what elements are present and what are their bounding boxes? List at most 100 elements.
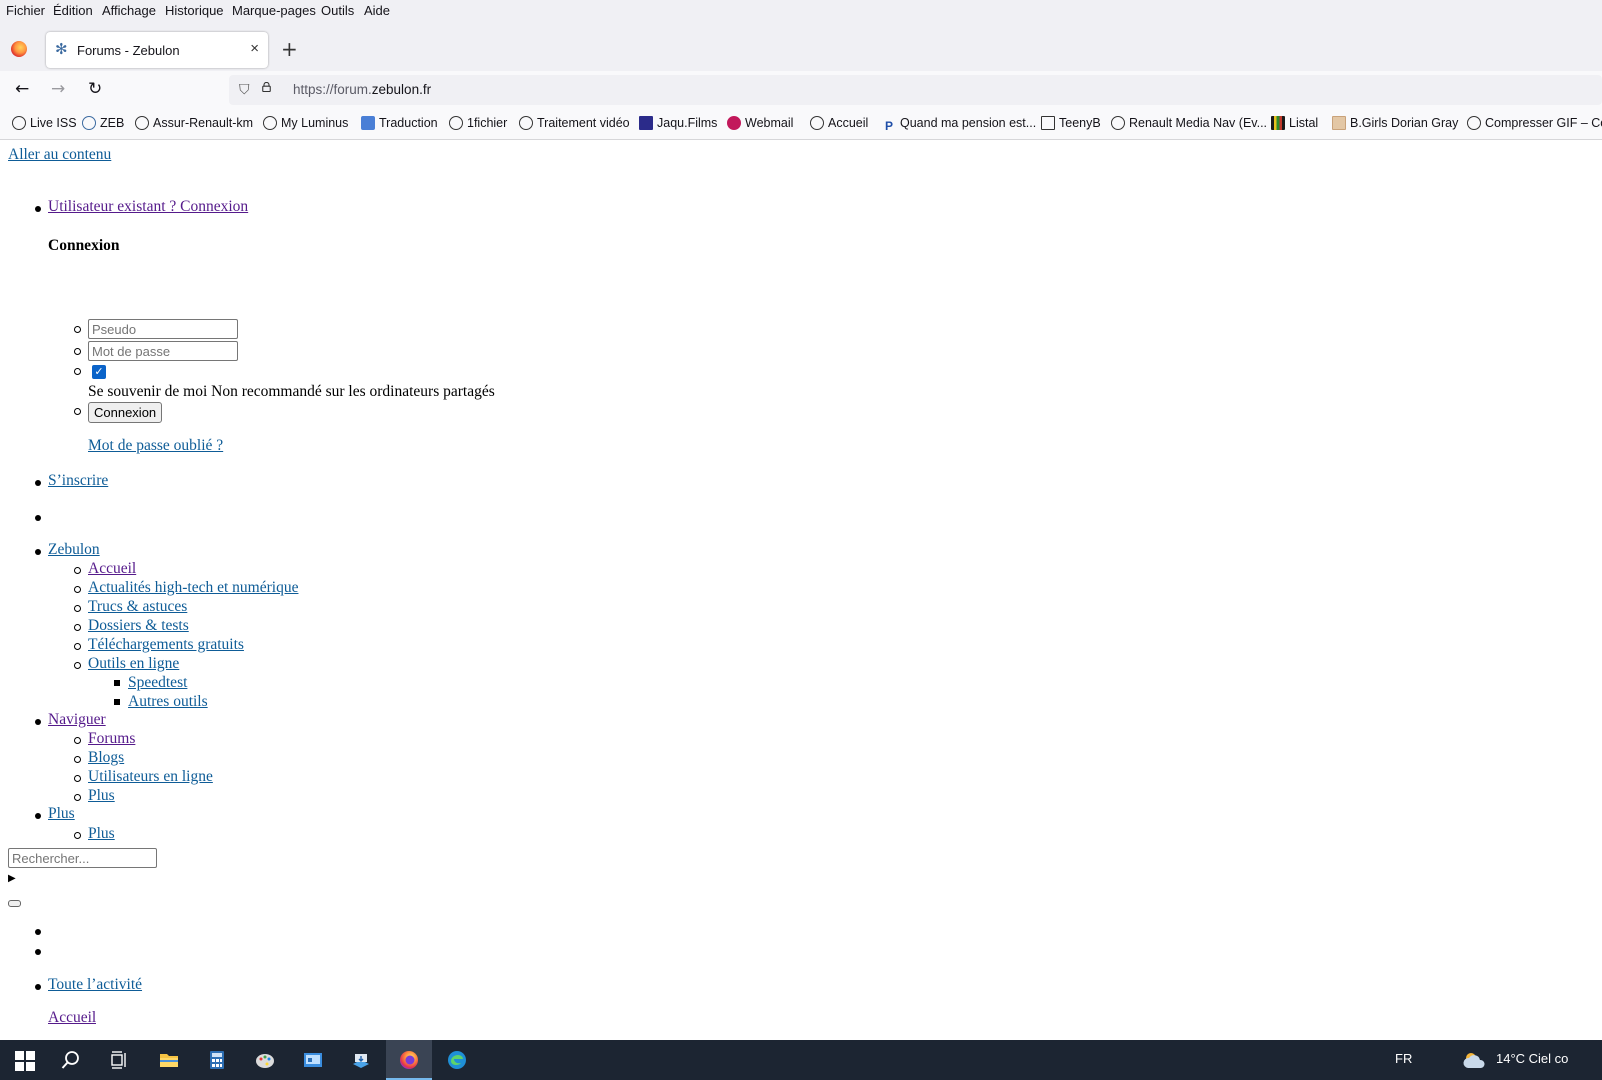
taskbar-calculator[interactable]: [194, 1040, 240, 1080]
tab-forums-zebulon[interactable]: ✻ Forums - Zebulon ×: [46, 32, 268, 68]
firefox-icon: [400, 1051, 418, 1069]
list-bullet: [114, 680, 120, 686]
username-field[interactable]: [88, 319, 238, 339]
globe-icon: [449, 116, 463, 130]
taskbar-paint[interactable]: [242, 1040, 288, 1080]
search-input[interactable]: [8, 848, 157, 868]
bookmark-label: Quand ma pension est...: [900, 116, 1037, 130]
search-button[interactable]: [48, 1040, 94, 1080]
menu-item-forums[interactable]: Forums: [88, 730, 135, 748]
list-bullet: [74, 737, 81, 744]
menu-item-blogs[interactable]: Blogs: [88, 749, 124, 767]
calculator-icon: [210, 1051, 224, 1069]
menu-item-dossiers-tests[interactable]: Dossiers & tests: [88, 617, 189, 635]
taskbar-firefox[interactable]: [386, 1040, 432, 1080]
back-button[interactable]: ←: [15, 80, 29, 98]
menu-item-plus[interactable]: Plus: [88, 787, 115, 805]
bookmark-my-luminus[interactable]: My Luminus: [263, 116, 348, 130]
menu-zebulon[interactable]: Zebulon: [48, 541, 100, 559]
disclosure-triangle-icon[interactable]: ▶: [8, 873, 16, 884]
bookmark-label: ZEB: [100, 116, 125, 130]
bookmark-label: 1fichier: [467, 116, 508, 130]
task-view-button[interactable]: [96, 1040, 142, 1080]
bookmark-quand-ma-pension[interactable]: P Quand ma pension est...: [882, 116, 1036, 133]
bookmark-accueil[interactable]: Accueil: [810, 116, 868, 130]
bookmark-bgirls-dorian-gray[interactable]: B.Girls Dorian Gray: [1332, 116, 1458, 130]
menu-item-outils-en-ligne[interactable]: Outils en ligne: [88, 655, 179, 673]
menu-aide[interactable]: Aide: [364, 3, 390, 18]
bookmark-label: TeenyB: [1059, 116, 1101, 130]
bookmark-assur-renault[interactable]: Assur-Renault-km: [135, 116, 253, 130]
menu-edition[interactable]: Édition: [53, 3, 93, 18]
bookmark-teenyb[interactable]: TeenyB: [1041, 116, 1101, 130]
bookmark-traitement-video[interactable]: Traitement vidéo: [519, 116, 630, 130]
dorian-gray-icon: [1332, 116, 1346, 130]
firefox-icon[interactable]: [11, 41, 27, 57]
bookmark-label: Traitement vidéo: [537, 116, 630, 130]
menu-historique[interactable]: Historique: [165, 3, 224, 18]
menu-item-trucs-astuces[interactable]: Trucs & astuces: [88, 598, 187, 616]
bookmark-renault-media-nav[interactable]: Renault Media Nav (Ev...: [1111, 116, 1267, 130]
menu-item-telechargements[interactable]: Téléchargements gratuits: [88, 636, 244, 654]
menu-outils[interactable]: Outils: [321, 3, 354, 18]
bookmark-zeb[interactable]: ZEB: [82, 116, 124, 130]
list-bullet: [74, 756, 81, 763]
weather-text[interactable]: 14°C Ciel co: [1496, 1051, 1568, 1066]
paint-palette-icon: [256, 1054, 274, 1068]
tracking-protection-shield-icon[interactable]: ⛉: [239, 82, 250, 98]
login-button[interactable]: Connexion: [88, 402, 163, 423]
forward-button[interactable]: →: [51, 80, 65, 98]
menu-item-speedtest[interactable]: Speedtest: [128, 674, 187, 692]
password-field[interactable]: [88, 341, 238, 361]
bookmark-listal[interactable]: Listal: [1271, 116, 1318, 130]
skip-to-content-link[interactable]: Aller au contenu: [8, 146, 111, 164]
address-bar[interactable]: ⛉ https://forum.zebulon.fr: [229, 75, 1602, 105]
new-tab-button[interactable]: +: [281, 39, 298, 59]
empty-button[interactable]: [8, 900, 21, 907]
menu-bar: Fichier Édition Affichage Historique Mar…: [0, 0, 1602, 22]
bookmark-label: Accueil: [828, 116, 869, 130]
bookmark-jaqu-films[interactable]: Jaqu.Films: [639, 116, 717, 130]
remember-me-checkbox[interactable]: ✓: [92, 365, 106, 379]
bookmark-traduction[interactable]: Traduction: [361, 116, 438, 130]
bookmark-webmail[interactable]: Webmail: [727, 116, 793, 130]
menu-item-actualites[interactable]: Actualités high-tech et numérique: [88, 579, 298, 597]
forgot-password-link[interactable]: Mot de passe oublié ?: [88, 437, 223, 455]
taskbar-edge[interactable]: [434, 1040, 480, 1080]
partial-accueil-link[interactable]: Accueil: [48, 1009, 96, 1040]
close-tab-icon[interactable]: ×: [250, 40, 259, 57]
menu-affichage[interactable]: Affichage: [102, 3, 156, 18]
menu-item-accueil[interactable]: Accueil: [88, 560, 136, 578]
bookmark-1fichier[interactable]: 1fichier: [449, 116, 507, 130]
list-bullet: [35, 549, 41, 555]
taskbar-file-explorer[interactable]: [146, 1040, 192, 1080]
language-indicator[interactable]: FR: [1395, 1051, 1412, 1066]
list-bullet: [74, 775, 81, 782]
menu-item-utilisateurs-en-ligne[interactable]: Utilisateurs en ligne: [88, 768, 213, 786]
all-activity-link[interactable]: Toute l’activité: [48, 976, 142, 994]
windows-logo-icon: [15, 1051, 35, 1071]
remember-me-label: Se souvenir de moi Non recommandé sur le…: [88, 383, 495, 400]
menu-marque-pages[interactable]: Marque-pages: [232, 3, 316, 18]
bookmark-compresser-gif[interactable]: Compresser GIF – Co...: [1467, 116, 1602, 130]
menu-item-plus-sub[interactable]: Plus: [88, 825, 115, 843]
menu-naviguer[interactable]: Naviguer: [48, 711, 106, 729]
taskbar-app-installer[interactable]: [338, 1040, 384, 1080]
url-prefix: https://forum.: [293, 82, 372, 97]
menu-fichier[interactable]: Fichier: [6, 3, 45, 18]
menu-item-autres-outils[interactable]: Autres outils: [128, 693, 208, 711]
bookmark-label: My Luminus: [281, 116, 349, 130]
taskbar-control-panel[interactable]: [290, 1040, 336, 1080]
menu-plus[interactable]: Plus: [48, 805, 75, 823]
start-button[interactable]: [0, 1040, 46, 1080]
login-link[interactable]: Utilisateur existant ? Connexion: [48, 198, 248, 216]
installer-icon: [353, 1054, 369, 1068]
globe-icon: [135, 116, 149, 130]
weather-cloud-icon[interactable]: [1462, 1050, 1488, 1070]
teenyb-icon: [1041, 116, 1055, 130]
bookmark-live-iss[interactable]: Live ISS: [12, 116, 77, 130]
list-bullet: [74, 586, 81, 593]
register-link[interactable]: S’inscrire: [48, 472, 108, 490]
lock-icon[interactable]: [261, 82, 272, 92]
reload-button[interactable]: ↻: [88, 80, 102, 98]
